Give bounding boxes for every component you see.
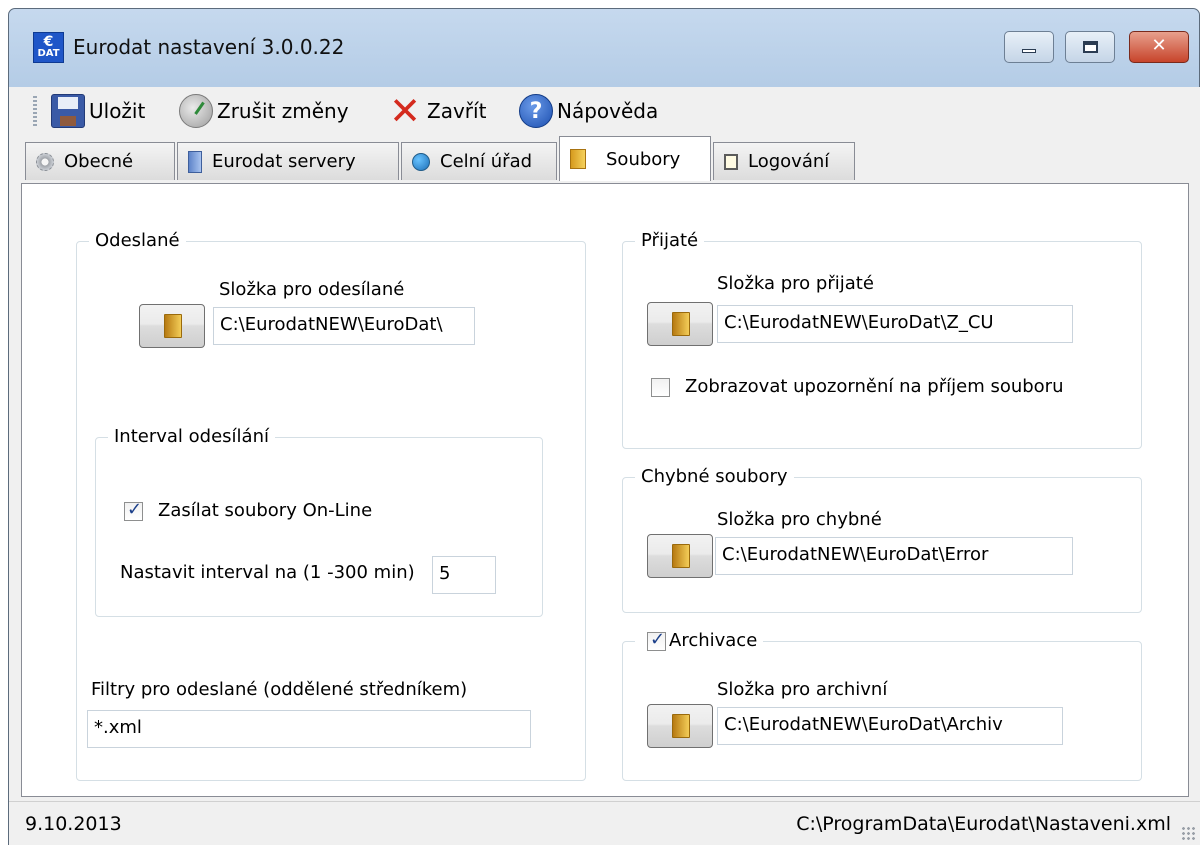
log-icon: [724, 153, 738, 170]
tab-strip: Obecné Eurodat servery Celní úřad Soubor…: [9, 134, 1200, 184]
online-label: Zasílat soubory On-Line: [158, 500, 373, 521]
folder-icon: [672, 544, 690, 568]
errors-folder-input[interactable]: C:\EurodatNEW\EuroDat\Error: [715, 537, 1073, 575]
folder-icon: [672, 714, 690, 738]
close-window-button[interactable]: ✕: [1129, 31, 1189, 63]
undo-changes-label: Zrušit změny: [217, 99, 349, 123]
archive-checkbox[interactable]: [647, 629, 666, 651]
folder-icon: [570, 149, 586, 169]
archive-folder-browse-button[interactable]: [647, 704, 713, 748]
errors-group-title: Chybné soubory: [635, 466, 794, 487]
archive-folder-label: Složka pro archivní: [717, 679, 888, 700]
received-group-title: Přijaté: [635, 230, 705, 251]
app-icon-euro: €: [43, 34, 54, 50]
tab-customs-office[interactable]: Celní úřad: [401, 142, 557, 180]
gear-icon: [36, 152, 54, 171]
archive-folder-input[interactable]: C:\EurodatNEW\EuroDat\Archiv: [717, 707, 1063, 745]
close-icon: ✕: [1151, 35, 1167, 56]
files-tab-panel: Odeslané Složka pro odesílané C:\Eurodat…: [21, 183, 1189, 797]
notify-label: Zobrazovat upozornění na příjem souboru: [685, 376, 1064, 397]
status-date: 9.10.2013: [25, 813, 122, 835]
received-folder-input[interactable]: C:\EurodatNEW\EuroDat\Z_CU: [717, 305, 1073, 343]
tab-label: Soubory: [606, 148, 681, 170]
save-button[interactable]: Uložit: [51, 91, 145, 131]
app-icon-dat: DAT: [37, 48, 60, 59]
errors-group: Chybné soubory Složka pro chybné C:\Euro…: [622, 466, 1142, 613]
tab-eurodat-servers[interactable]: Eurodat servery: [177, 142, 399, 180]
errors-folder-label: Složka pro chybné: [717, 509, 882, 530]
notify-checkbox[interactable]: [651, 378, 670, 397]
client-area: Uložit Zrušit změny ✕ Zavřít ? Nápověda …: [9, 87, 1200, 845]
minimize-button[interactable]: [1004, 31, 1054, 63]
close-button[interactable]: ✕ Zavřít: [387, 91, 486, 131]
received-folder-browse-button[interactable]: [647, 302, 713, 346]
maximize-icon: [1083, 41, 1098, 53]
save-label: Uložit: [89, 99, 146, 123]
archive-group: Archivace Složka pro archivní C:\Eurodat…: [622, 629, 1142, 781]
minimize-icon: [1022, 49, 1036, 53]
app-icon: € DAT: [33, 32, 64, 63]
sent-folder-label: Složka pro odesílané: [219, 279, 405, 300]
clock-undo-icon: [179, 94, 213, 128]
close-label: Zavřít: [427, 99, 487, 123]
folder-icon: [672, 312, 690, 336]
tab-label: Logování: [748, 151, 830, 172]
resize-grip-icon[interactable]: [1181, 826, 1195, 840]
sent-folder-input[interactable]: C:\EurodatNEW\EuroDat\: [213, 307, 475, 345]
tab-label: Celní úřad: [440, 151, 533, 172]
tab-label: Eurodat servery: [212, 151, 356, 172]
help-label: Nápověda: [557, 99, 659, 123]
sent-group: Odeslané Složka pro odesílané C:\Eurodat…: [76, 230, 586, 781]
window-title: Eurodat nastavení 3.0.0.22: [73, 35, 345, 59]
folder-icon: [164, 314, 182, 338]
sent-folder-browse-button[interactable]: [139, 304, 205, 348]
help-button[interactable]: ? Nápověda: [519, 91, 658, 131]
online-checkbox[interactable]: [124, 499, 143, 521]
received-group: Přijaté Složka pro přijaté C:\EurodatNEW…: [622, 230, 1142, 449]
status-config-path: C:\ProgramData\Eurodat\Nastaveni.xml: [796, 813, 1171, 835]
filters-label: Filtry pro odeslané (oddělené středníkem…: [91, 679, 468, 700]
settings-window: € DAT Eurodat nastavení 3.0.0.22 ✕ Uloži…: [8, 8, 1200, 845]
interval-group: Interval odesílání Zasílat soubory On-Li…: [95, 426, 543, 617]
maximize-button[interactable]: [1065, 31, 1115, 63]
tab-general[interactable]: Obecné: [25, 142, 175, 180]
help-icon: ?: [519, 94, 553, 128]
red-x-icon: ✕: [389, 89, 421, 133]
interval-label: Nastavit interval na (1 -300 min): [120, 562, 415, 583]
filters-input[interactable]: *.xml: [87, 710, 531, 748]
undo-changes-button[interactable]: Zrušit změny: [179, 91, 349, 131]
floppy-disk-icon: [51, 94, 85, 128]
interval-group-title: Interval odesílání: [108, 426, 275, 447]
tab-label: Obecné: [64, 151, 134, 172]
interval-input[interactable]: 5: [432, 556, 496, 594]
globe-icon: [412, 152, 430, 171]
toolbar: Uložit Zrušit změny ✕ Zavřít ? Nápověda: [9, 87, 1200, 134]
title-bar[interactable]: € DAT Eurodat nastavení 3.0.0.22 ✕: [9, 9, 1199, 87]
errors-folder-browse-button[interactable]: [647, 534, 713, 578]
sent-group-title: Odeslané: [89, 230, 186, 251]
server-icon: [188, 150, 202, 173]
toolbar-grip[interactable]: [33, 96, 37, 126]
tab-logging[interactable]: Logování: [713, 142, 855, 180]
status-bar: 9.10.2013 C:\ProgramData\Eurodat\Nastave…: [9, 801, 1200, 845]
received-folder-label: Složka pro přijaté: [717, 273, 874, 294]
tab-files[interactable]: Soubory: [559, 136, 711, 181]
